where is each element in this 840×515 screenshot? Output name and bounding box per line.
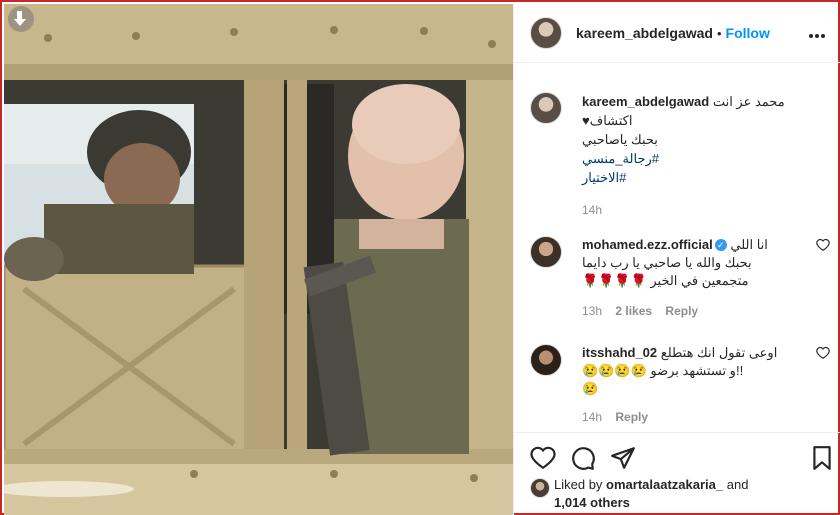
share-icon[interactable] — [610, 445, 636, 471]
caption-avatar[interactable] — [530, 92, 562, 124]
comment-avatar[interactable] — [530, 236, 562, 268]
comment-likes[interactable]: 2 likes — [615, 304, 652, 318]
comment-line: اوعى تقول انك هتطلع — [660, 345, 778, 360]
comments-section: kareem_abdelgawad محمد عز انت اكتشاف♥ بح… — [514, 64, 840, 432]
comment-meta: 14h Reply — [582, 408, 802, 426]
post-photo[interactable] — [4, 4, 513, 515]
author-username[interactable]: kareem_abdelgawad — [576, 25, 713, 41]
caption-body: kareem_abdelgawad محمد عز انت اكتشاف♥ بح… — [582, 92, 830, 220]
browser-frame: kareem_abdelgawad • Follow kareem_abdelg… — [0, 0, 840, 515]
bookmark-icon[interactable] — [809, 445, 835, 471]
verified-badge-icon: ✓ — [714, 239, 727, 251]
likes-line: Liked by omartalaatzakaria_ and — [554, 476, 824, 494]
likes-others[interactable]: 1,014 others — [554, 494, 824, 512]
comment-time: 13h — [582, 304, 603, 318]
comment-username[interactable]: itsshahd_02 — [582, 345, 657, 360]
comment-line: !!و تستشهد برضو 😢😢😢😢 — [582, 363, 744, 378]
comment-body: itsshahd_02 اوعى تقول انك هتطلع !!و تستش… — [582, 344, 802, 426]
hashtag-link[interactable]: #الاختيار — [582, 168, 830, 187]
comment-body: mohamed.ezz.official ✓ انا اللي بحبك والل… — [582, 236, 802, 320]
comment-line: 😢 — [582, 381, 599, 396]
comment-heart-icon[interactable] — [816, 238, 830, 252]
caption-line: اكتشاف♥ — [582, 113, 633, 128]
comment-avatar[interactable] — [530, 344, 562, 376]
caption-time: 14h — [582, 203, 603, 217]
comment-line: انا اللي — [730, 237, 768, 252]
follow-button[interactable]: Follow — [726, 25, 770, 41]
post-sidebar: kareem_abdelgawad • Follow kareem_abdelg… — [513, 4, 840, 515]
likes-conj: and — [726, 477, 749, 492]
more-icon[interactable] — [809, 26, 829, 38]
separator-dot: • — [716, 25, 722, 41]
comment-username[interactable]: mohamed.ezz.official — [582, 237, 713, 252]
author-avatar[interactable] — [530, 17, 562, 49]
likes-summary: Liked by omartalaatzakaria_ and 1,014 ot… — [530, 474, 830, 514]
liker-avatar[interactable] — [530, 478, 550, 498]
comment-icon[interactable] — [570, 445, 596, 471]
comment-time: 14h — [582, 410, 603, 424]
reply-button[interactable]: Reply — [665, 304, 698, 318]
comment-line: بحبك والله يا صاحبي يا رب دايما — [582, 255, 752, 270]
likes-prefix: Liked by — [554, 477, 603, 492]
caption-username[interactable]: kareem_abdelgawad — [582, 94, 709, 109]
comment-meta: 13h 2 likes Reply — [582, 302, 802, 320]
post-header: kareem_abdelgawad • Follow — [514, 4, 840, 63]
comment-heart-icon[interactable] — [816, 346, 830, 360]
heart-icon[interactable] — [530, 445, 556, 471]
download-icon[interactable] — [8, 6, 34, 32]
caption-line: بحبك ياصاحبي — [582, 132, 658, 147]
hashtag-link[interactable]: #رجالة_منسي — [582, 149, 830, 168]
caption-line: محمد عز انت — [712, 94, 785, 109]
photo-image — [4, 4, 513, 515]
liker-username[interactable]: omartalaatzakaria_ — [606, 477, 723, 492]
comment-line: متجمعين في الخير 🌹🌹🌹🌹 — [582, 273, 749, 288]
reply-button[interactable]: Reply — [615, 410, 648, 424]
